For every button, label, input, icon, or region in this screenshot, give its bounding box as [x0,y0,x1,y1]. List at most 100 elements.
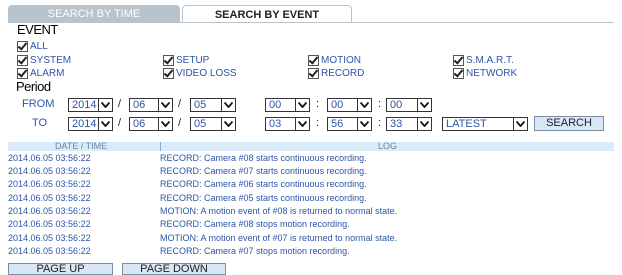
checkbox-label: ALARM [30,68,65,79]
time-separator: : [316,117,320,129]
time-separator: : [378,117,382,129]
log-date: 2014.06.05 03:56:22 [8,193,91,203]
select-value: 2014 [72,118,97,130]
log-message: RECORD: Camera #06 starts continuous rec… [160,179,367,189]
checkbox-checked-icon [308,55,319,66]
tab-divider [8,22,614,23]
from-year-select[interactable]: 2014 [68,98,113,112]
to-month-select[interactable]: 06 [129,117,173,131]
checkbox-checked-icon [17,68,28,79]
select-value: 03 [269,118,282,130]
column-divider [160,142,161,151]
to-year-select[interactable]: 2014 [68,117,113,131]
search-button[interactable]: SEARCH [534,116,604,131]
checkbox-network[interactable]: NETWORK [453,68,517,80]
date-separator: / [118,98,122,110]
chevron-down-icon [357,118,371,130]
checkbox-label: SYSTEM [30,55,72,66]
checkbox-setup[interactable]: SETUP [163,55,209,67]
log-message: MOTION: A motion event of #08 is returne… [160,206,398,216]
chevron-down-icon [295,118,309,130]
checkbox-system[interactable]: SYSTEM [17,55,71,67]
date-separator: / [178,98,182,110]
log-date: 2014.06.05 03:56:22 [8,246,91,256]
to-day-select[interactable]: 05 [190,117,236,131]
from-second-select[interactable]: 00 [386,98,432,112]
chevron-down-icon [98,99,112,111]
chevron-down-icon [158,118,172,130]
select-value: LATEST [446,118,487,130]
select-value: 05 [194,118,207,130]
checkbox-label: ALL [30,41,48,52]
column-header-date: DATE / TIME [55,141,108,151]
log-message: RECORD: Camera #07 stops motion recordin… [160,246,350,256]
from-day-select[interactable]: 05 [190,98,236,112]
column-header-log: LOG [378,141,398,151]
page-up-button[interactable]: PAGE UP [8,263,113,275]
checkbox-checked-icon [453,55,464,66]
chevron-down-icon [98,118,112,130]
time-separator: : [316,98,320,110]
to-label: TO [32,117,48,129]
select-value: 56 [331,118,344,130]
checkbox-label: RECORD [321,68,365,79]
chevron-down-icon [158,99,172,111]
checkbox-checked-icon [308,68,319,79]
select-value: 00 [269,99,282,111]
log-date: 2014.06.05 03:56:22 [8,166,91,176]
select-value: 2014 [72,99,97,111]
checkbox-checked-icon [17,55,28,66]
log-message: RECORD: Camera #05 starts continuous rec… [160,193,367,203]
checkbox-checked-icon [163,68,174,79]
checkbox-label: NETWORK [466,68,518,79]
log-message: RECORD: Camera #07 starts continuous rec… [160,166,367,176]
checkbox-checked-icon [17,41,28,52]
event-section-title: EVENT [17,22,58,37]
log-date: 2014.06.05 03:56:22 [8,179,91,189]
from-hour-select[interactable]: 00 [265,98,310,112]
log-message: RECORD: Camera #08 starts continuous rec… [160,153,367,163]
checkbox-label: SETUP [176,55,210,66]
time-separator: : [378,98,382,110]
log-date: 2014.06.05 03:56:22 [8,219,91,229]
from-minute-select[interactable]: 00 [327,98,372,112]
log-date: 2014.06.05 03:56:22 [8,206,91,216]
date-separator: / [118,117,122,129]
checkbox-video-loss[interactable]: VIDEO LOSS [163,68,237,80]
checkbox-smart[interactable]: S.M.A.R.T. [453,55,514,67]
checkbox-label: S.M.A.R.T. [466,55,514,66]
chevron-down-icon [295,99,309,111]
log-message: MOTION: A motion event of #07 is returne… [160,233,398,243]
tab-search-by-event[interactable]: SEARCH BY EVENT [182,5,352,23]
checkbox-record[interactable]: RECORD [308,68,364,80]
checkbox-label: MOTION [321,55,361,66]
chevron-down-icon [221,118,235,130]
to-hour-select[interactable]: 03 [265,117,310,131]
log-date: 2014.06.05 03:56:22 [8,153,91,163]
to-minute-select[interactable]: 56 [327,117,372,131]
from-month-select[interactable]: 06 [129,98,173,112]
select-value: 06 [133,118,146,130]
select-value: 33 [390,118,403,130]
select-value: 00 [390,99,403,111]
checkbox-all[interactable]: ALL [17,41,48,53]
chevron-down-icon [357,99,371,111]
log-date: 2014.06.05 03:56:22 [8,233,91,243]
to-second-select[interactable]: 33 [386,117,432,131]
checkbox-checked-icon [163,55,174,66]
period-section-title: Period [16,79,51,94]
chevron-down-icon [221,99,235,111]
page-down-button[interactable]: PAGE DOWN [122,263,226,275]
select-value: 06 [133,99,146,111]
chevron-down-icon [513,118,527,130]
chevron-down-icon [417,99,431,111]
select-value: 00 [331,99,344,111]
checkbox-motion[interactable]: MOTION [308,55,361,67]
from-label: FROM [22,98,55,110]
tab-search-by-time[interactable]: SEARCH BY TIME [8,5,180,23]
sort-order-select[interactable]: LATEST [442,117,528,131]
chevron-down-icon [417,118,431,130]
checkbox-checked-icon [453,68,464,79]
log-message: RECORD: Camera #08 stops motion recordin… [160,219,350,229]
select-value: 05 [194,99,207,111]
